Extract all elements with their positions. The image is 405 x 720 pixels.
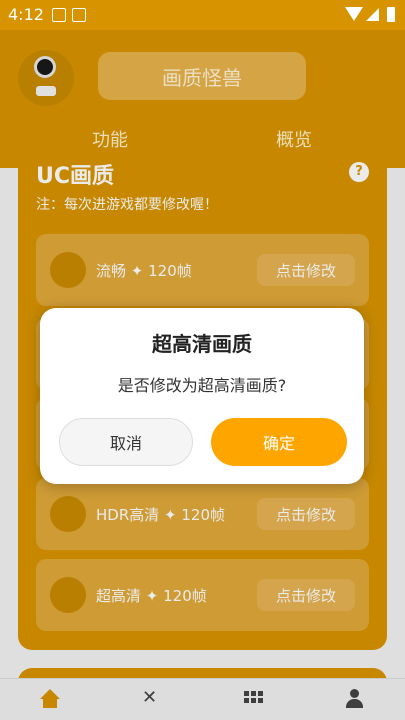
status-bar: 4:12 xyxy=(0,0,405,30)
status-time: 4:12 xyxy=(8,5,44,24)
dialog-message: 是否修改为超高清画质? xyxy=(117,376,287,395)
cancel-button[interactable]: 取消 xyxy=(59,418,193,466)
wifi-icon xyxy=(345,7,363,21)
confirm-button[interactable]: 确定 xyxy=(211,418,347,466)
font-notification-icon xyxy=(72,8,86,22)
battery-icon xyxy=(387,7,395,22)
image-notification-icon xyxy=(52,8,66,22)
signal-icon xyxy=(366,8,379,21)
dialog-title: 超高清画质 xyxy=(152,332,252,356)
quality-dialog: 超高清画质 是否修改为超高清画质? 取消 确定 xyxy=(40,308,364,484)
